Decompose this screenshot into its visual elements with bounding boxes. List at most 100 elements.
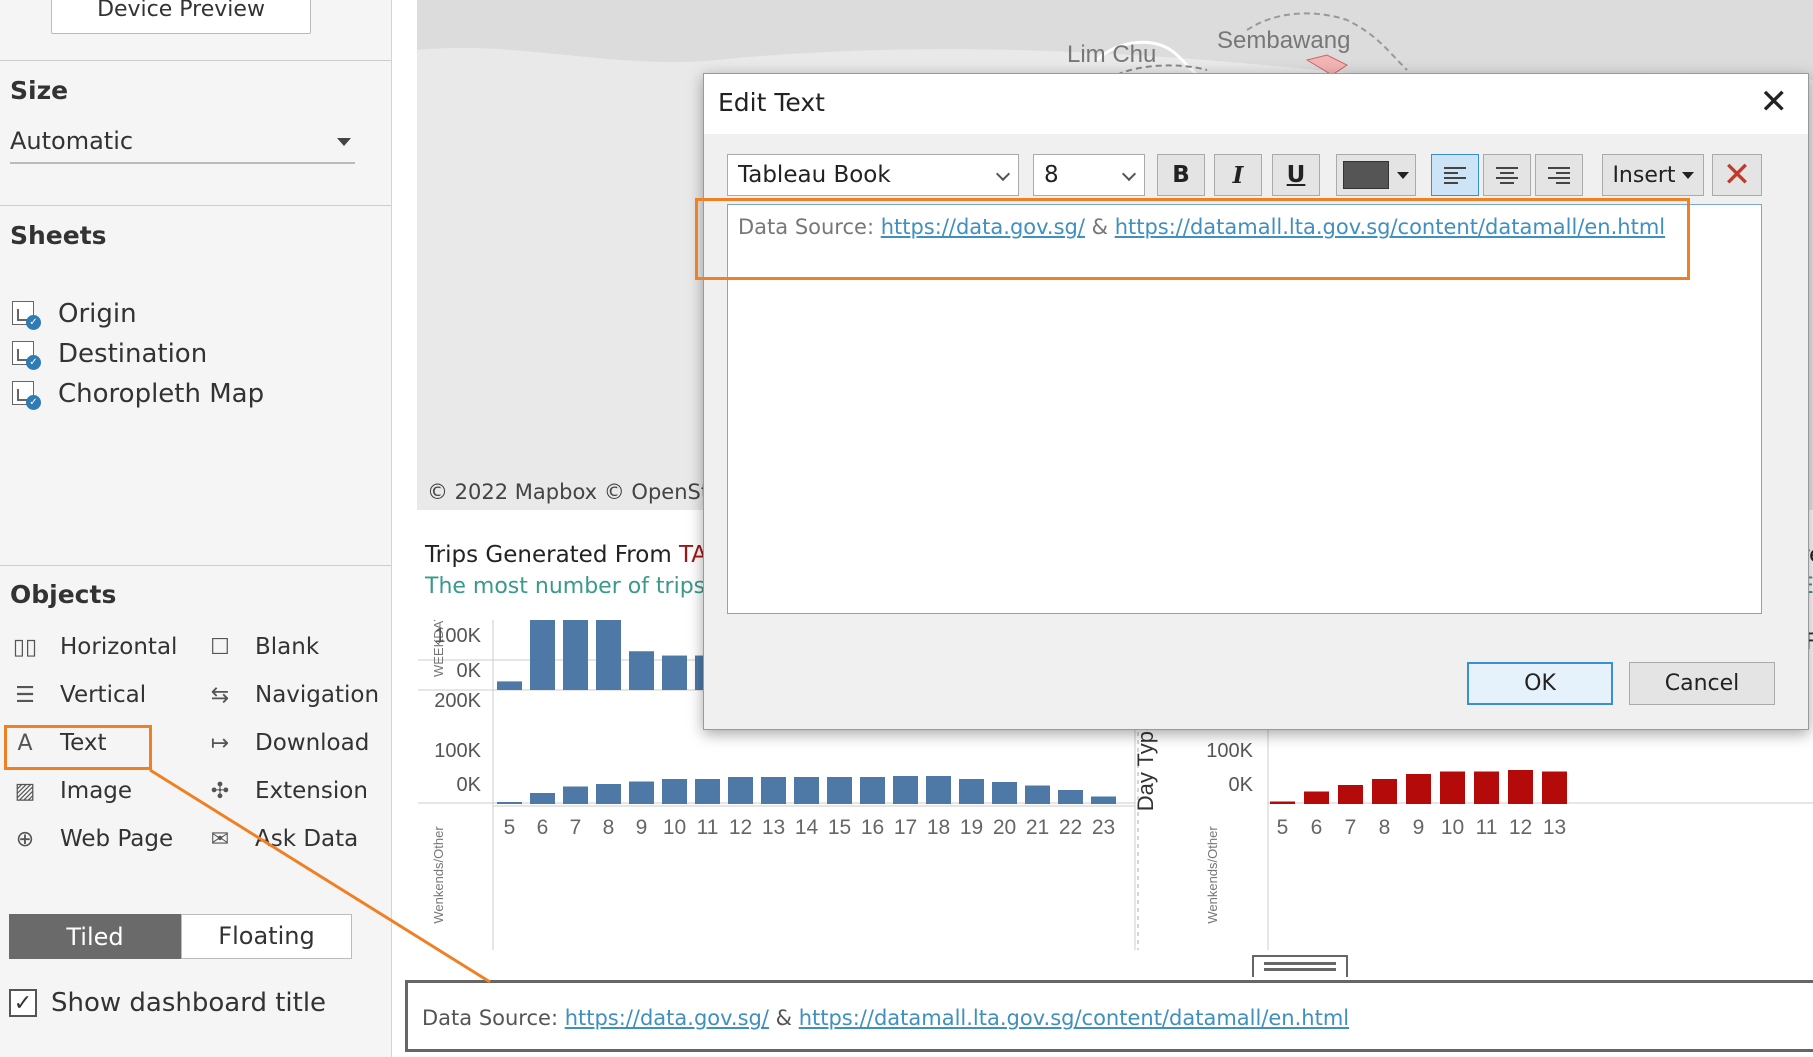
object-label: Horizontal (60, 634, 178, 660)
font-size-dropdown[interactable]: 8 (1033, 154, 1145, 196)
x-tick-label: 12 (1509, 816, 1532, 839)
insert-button[interactable]: Insert (1602, 154, 1704, 196)
map-label-sembawang: Sembawang (1217, 27, 1350, 54)
size-value: Automatic (10, 127, 134, 155)
object-label: Vertical (60, 682, 147, 708)
bar-weekend (662, 779, 687, 804)
y-tick-label: 100K (434, 740, 481, 762)
y-axis-label: Day Type (1133, 719, 1158, 812)
object-web-page[interactable]: ⊕ Web Page (10, 819, 173, 859)
bar-weekday (530, 620, 555, 690)
x-tick-label: 8 (1379, 816, 1391, 839)
tiled-button[interactable]: Tiled (9, 914, 181, 959)
x-tick-label: 12 (729, 816, 752, 839)
bar-weekday (596, 620, 621, 690)
text-color-button[interactable] (1336, 154, 1416, 196)
bar-weekend (1270, 801, 1295, 804)
object-extension[interactable]: ✣ Extension (205, 771, 368, 811)
bar-weekday (497, 681, 522, 690)
object-blank[interactable]: ☐ Blank (205, 627, 319, 667)
bar-weekend (629, 781, 654, 804)
underline-button[interactable]: U (1272, 154, 1320, 196)
edit-text-dialog: Edit Text ✕ Tableau Book 8 B I U Insert … (695, 73, 1809, 730)
data-gov-link[interactable]: https://data.gov.sg/ (565, 1006, 769, 1030)
bar-weekend (1406, 774, 1431, 804)
show-dashboard-title-label: Show dashboard title (51, 988, 327, 1018)
cancel-button[interactable]: Cancel (1629, 662, 1775, 705)
align-left-button[interactable] (1431, 154, 1479, 196)
chart-subtitle: The most number of trips g (425, 574, 727, 599)
x-tick-label: 13 (1543, 816, 1566, 839)
size-dropdown[interactable]: Automatic (10, 122, 355, 164)
sheets-section-title: Sheets (10, 221, 107, 250)
checkbox-checked-icon: ✓ (9, 989, 37, 1017)
align-left-icon (1444, 166, 1466, 184)
sheet-item[interactable]: ✓ Origin (10, 295, 137, 333)
x-tick-label: 7 (1345, 816, 1357, 839)
x-tick-label: 16 (861, 816, 884, 839)
sheet-label: Destination (58, 339, 208, 369)
bar-weekend (794, 777, 819, 804)
bar-weekday (662, 655, 687, 690)
object-text[interactable]: A Text (10, 723, 107, 763)
bar-weekday (629, 651, 654, 690)
x-tick-label: 7 (570, 816, 582, 839)
object-label: Navigation (255, 682, 380, 708)
bar-weekend (860, 777, 885, 804)
sheet-item[interactable]: ✓ Destination (10, 335, 207, 373)
bar-weekend (1025, 785, 1050, 804)
y-tick-label: 0K (457, 774, 482, 796)
dashboard-sidebar: Device Preview Size Automatic Sheets Obj… (0, 0, 392, 1057)
align-right-button[interactable] (1535, 154, 1583, 196)
font-family-dropdown[interactable]: Tableau Book (727, 154, 1019, 196)
resize-grip[interactable] (1252, 955, 1348, 977)
x-tick-label: 17 (894, 816, 917, 839)
ok-button[interactable]: OK (1467, 662, 1613, 705)
object-download[interactable]: ↦ Download (205, 723, 370, 763)
chevron-down-icon (1681, 171, 1694, 179)
bar-weekend (761, 777, 786, 804)
chevron-down-icon (1397, 171, 1409, 179)
horizontal-container-icon: ▯▯ (12, 634, 38, 660)
object-ask-data[interactable]: ✉ Ask Data (205, 819, 358, 859)
object-horizontal[interactable]: ▯▯ Horizontal (10, 627, 178, 667)
image-icon: ▨ (14, 778, 36, 804)
bar-weekend (1474, 771, 1499, 804)
x-tick-label: 21 (1026, 816, 1049, 839)
bar-weekend (695, 779, 720, 804)
blank-icon: ☐ (210, 634, 230, 660)
ampersand: & (768, 1006, 799, 1030)
x-tick-label: 8 (603, 816, 615, 839)
object-navigation[interactable]: ⇆ Navigation (205, 675, 379, 715)
close-icon[interactable]: ✕ (1760, 84, 1789, 120)
object-label: Ask Data (255, 826, 359, 852)
font-size-value: 8 (1044, 162, 1059, 188)
sheet-item[interactable]: ✓ Choropleth Map (10, 375, 264, 413)
floating-button[interactable]: Floating (181, 914, 352, 959)
bar-weekend (1058, 790, 1083, 804)
x-tick-label: 15 (828, 816, 851, 839)
editor-text-highlight (695, 198, 1690, 280)
map-label-limchu: Lim Chu (1067, 41, 1156, 68)
vertical-container-icon: ☰ (15, 682, 35, 708)
object-image[interactable]: ▨ Image (10, 771, 132, 811)
datamall-link[interactable]: https://datamall.lta.gov.sg/content/data… (799, 1006, 1349, 1030)
data-source-text-object[interactable]: Data Source: https://data.gov.sg/ & http… (405, 980, 1813, 1052)
show-dashboard-title-checkbox[interactable]: ✓ Show dashboard title (9, 988, 326, 1018)
chart-title-text: Trips Generated From (425, 542, 680, 568)
bar-weekend (1338, 785, 1363, 804)
italic-button[interactable]: I (1214, 154, 1262, 196)
object-label: Blank (255, 634, 320, 660)
clear-formatting-icon[interactable]: ✕ (1712, 154, 1762, 196)
bar-weekend (827, 777, 852, 804)
object-label: Text (60, 730, 107, 756)
object-vertical[interactable]: ☰ Vertical (10, 675, 146, 715)
chart-title: Trips Generated From TA (425, 542, 707, 568)
bar-weekend (1304, 791, 1329, 804)
device-preview-button[interactable]: Device Preview (51, 0, 311, 34)
align-center-button[interactable] (1483, 154, 1531, 196)
bar-weekend (1508, 770, 1533, 804)
dialog-titlebar: Edit Text ✕ (704, 74, 1808, 134)
y-tick-label: 0K (457, 660, 482, 682)
bold-button[interactable]: B (1157, 154, 1205, 196)
